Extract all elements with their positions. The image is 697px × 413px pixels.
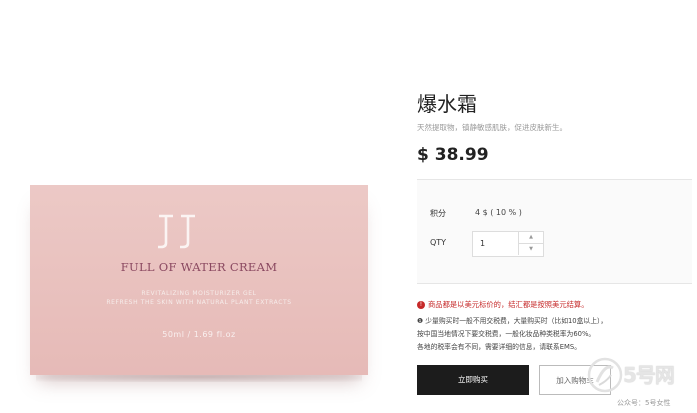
box-title: FULL OF WATER CREAM: [120, 260, 278, 274]
tax-notice-line: 各地的税率会有不同，需要详细的信息，请联系EMS。: [417, 343, 582, 351]
box-subtitle-2: REFRESH THE SKIN WITH NATURAL PLANT EXTR…: [106, 299, 292, 306]
product-description: 天然提取物，镇静敏感肌肤，促进皮肤新生。: [417, 123, 567, 132]
product-image: FULL OF WATER CREAM REVITALIZING MOISTUR…: [0, 0, 395, 413]
chevron-down-icon[interactable]: ▼: [518, 244, 543, 255]
box-subtitle-1: REVITALIZING MOISTURIZER GEL: [141, 290, 257, 297]
product-title: 爆水霜: [417, 92, 477, 116]
points-label: 积分: [430, 209, 446, 218]
watermark-text: 5号网: [623, 363, 675, 387]
points-value: 4 $ ( 10 % ): [475, 208, 522, 217]
chevron-up-icon[interactable]: ▲: [518, 232, 543, 244]
currency-warning: ! 商品都是以美元标价的，结汇都是按照美元结算。: [417, 300, 589, 310]
quantity-input[interactable]: [473, 232, 524, 254]
product-info-panel: 爆水霜 天然提取物，镇静敏感肌肤，促进皮肤新生。 $ 38.99 积分 4 $ …: [395, 0, 697, 413]
product-box: FULL OF WATER CREAM REVITALIZING MOISTUR…: [30, 185, 368, 375]
tax-notice-line: ❶ 少量购买时一般不用交税费，大量购买时（比如10盒以上），: [417, 317, 608, 325]
watermark-caption: 公众号：5号女性: [617, 399, 671, 407]
brand-logo-icon: [158, 214, 195, 249]
quantity-stepper: ▲ ▼: [472, 231, 544, 257]
product-price: $ 38.99: [417, 145, 489, 165]
watermark-logo: 5号网: [585, 355, 695, 395]
exclamation-circle-icon: !: [417, 301, 425, 309]
tax-notice-line: 按中国当地情况下要交税费，一般化妆品种类税率为60%。: [417, 330, 596, 338]
watermark-badge-icon: [587, 357, 623, 393]
currency-warning-text: 商品都是以美元标价的，结汇都是按照美元结算。: [428, 300, 589, 309]
options-panel: [417, 180, 692, 283]
divider: [417, 283, 692, 284]
buy-now-button[interactable]: 立即购买: [417, 365, 529, 395]
qty-label: QTY: [430, 238, 447, 247]
box-volume: 50ml / 1.69 fl.oz: [162, 330, 236, 339]
